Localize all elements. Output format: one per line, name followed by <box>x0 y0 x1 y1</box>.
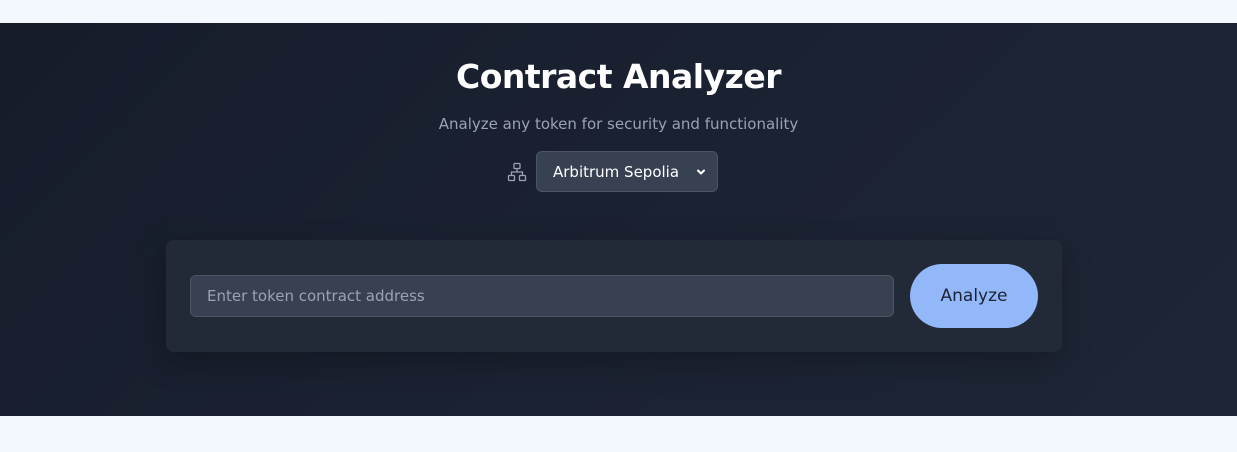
analyze-panel: Analyze <box>166 240 1062 352</box>
network-icon <box>507 162 527 182</box>
network-selector-row: Arbitrum Sepolia <box>507 151 718 192</box>
network-select-value: Arbitrum Sepolia <box>553 162 680 181</box>
analyze-button[interactable]: Analyze <box>910 264 1038 328</box>
page-title: Contract Analyzer <box>455 57 782 96</box>
page-subtitle: Analyze any token for security and funct… <box>438 115 799 133</box>
network-select[interactable]: Arbitrum Sepolia <box>536 151 718 192</box>
chevron-down-icon <box>695 166 707 178</box>
hero-section: Contract Analyzer Analyze any token for … <box>0 23 1237 416</box>
contract-address-input[interactable] <box>190 275 894 317</box>
